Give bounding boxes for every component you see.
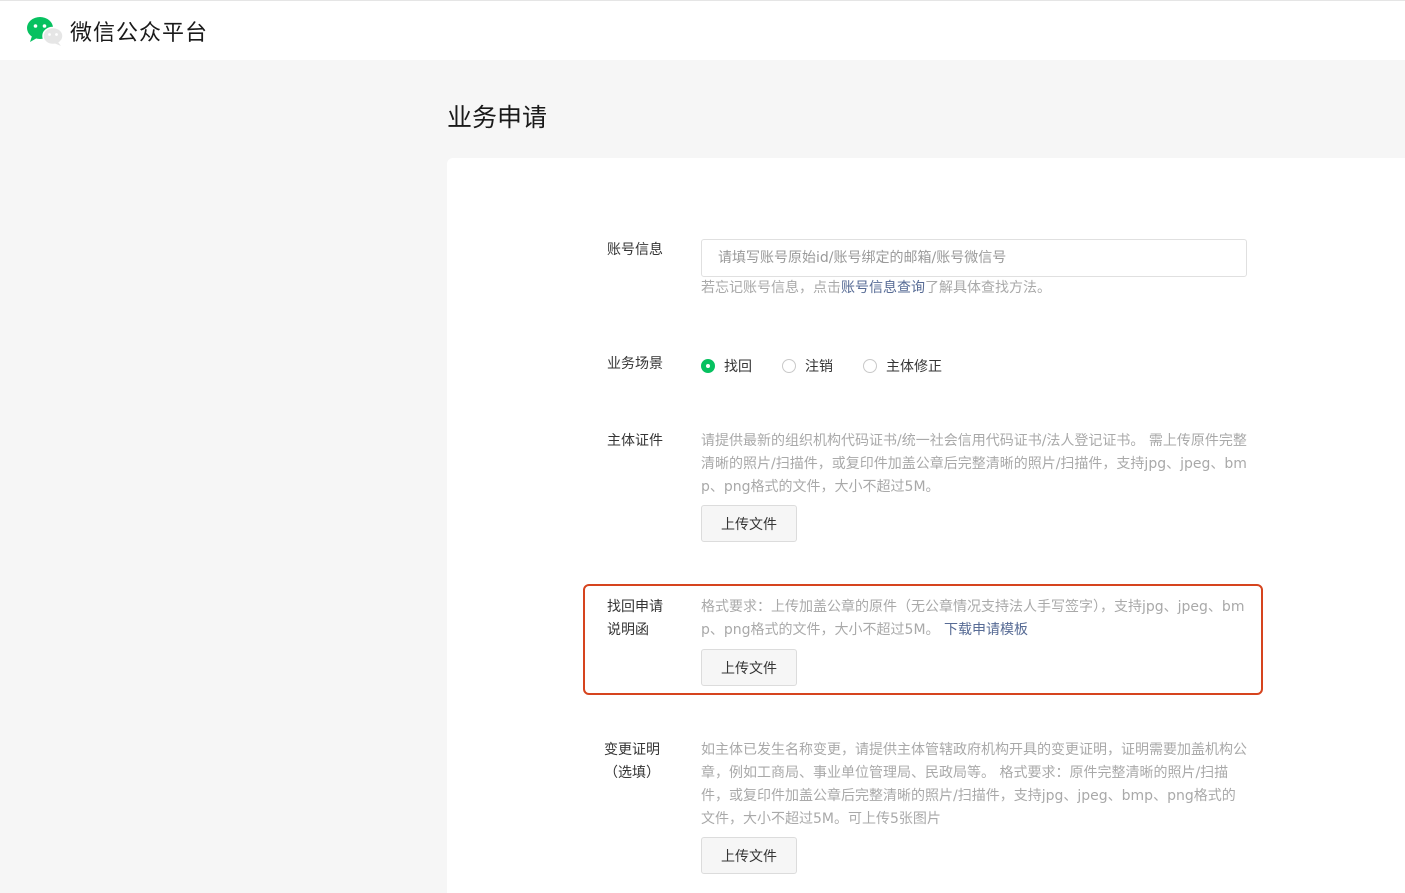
subject-cert-upload-button[interactable]: 上传文件	[701, 505, 797, 542]
recovery-letter-label-line1: 找回申请	[607, 599, 663, 615]
scene-option-recover[interactable]: 找回	[701, 356, 752, 376]
application-form: 账号信息 若忘记账号信息，点击账号信息查询了解具体查找方法。 业务场景 找回 注…	[447, 158, 1405, 893]
recovery-letter-upload-button[interactable]: 上传文件	[701, 649, 797, 686]
download-template-link[interactable]: 下载申请模板	[944, 622, 1028, 638]
recovery-letter-label: 找回申请 说明函	[607, 596, 663, 642]
page-title: 业务申请	[447, 103, 548, 132]
scene-option-subject-correction[interactable]: 主体修正	[863, 356, 942, 376]
change-proof-label: 变更证明 （选填）	[604, 739, 660, 785]
business-scene-radio-group: 找回 注销 主体修正	[701, 356, 972, 376]
change-proof-label-line1: 变更证明	[604, 742, 660, 758]
account-lookup-link[interactable]: 账号信息查询	[841, 280, 925, 296]
brand-logo[interactable]: 微信公众平台	[26, 15, 208, 47]
radio-checked-icon[interactable]	[701, 359, 715, 373]
account-info-input[interactable]	[701, 239, 1247, 277]
radio-unchecked-icon[interactable]	[782, 359, 796, 373]
subject-cert-description: 请提供最新的组织机构代码证书/统一社会信用代码证书/法人登记证书。 需上传原件完…	[701, 433, 1247, 495]
radio-unchecked-icon[interactable]	[863, 359, 877, 373]
scene-option-label: 主体修正	[886, 359, 942, 375]
change-proof-label-line2: （选填）	[604, 765, 660, 781]
account-tip-suffix: 了解具体查找方法。	[925, 280, 1051, 296]
account-info-tip: 若忘记账号信息，点击账号信息查询了解具体查找方法。	[701, 277, 1051, 300]
top-header: 微信公众平台	[0, 0, 1405, 60]
account-tip-prefix: 若忘记账号信息，点击	[701, 280, 841, 296]
change-proof-description: 如主体已发生名称变更，请提供主体管辖政府机构开具的变更证明，证明需要加盖机构公章…	[701, 742, 1247, 827]
change-proof-upload-button[interactable]: 上传文件	[701, 837, 797, 874]
brand-name: 微信公众平台	[70, 21, 209, 46]
wechat-logo-icon	[27, 17, 64, 46]
recovery-letter-label-line2: 说明函	[607, 622, 649, 638]
account-info-label: 账号信息	[607, 242, 663, 258]
subject-cert-label: 主体证件	[607, 433, 663, 449]
scene-option-label: 注销	[805, 359, 833, 375]
business-scene-label: 业务场景	[607, 356, 663, 372]
recovery-letter-description: 格式要求：上传加盖公章的原件（无公章情况支持法人手写签字），支持jpg、jpeg…	[701, 596, 1249, 642]
scene-option-label: 找回	[724, 359, 752, 375]
scene-option-cancel[interactable]: 注销	[782, 356, 833, 376]
